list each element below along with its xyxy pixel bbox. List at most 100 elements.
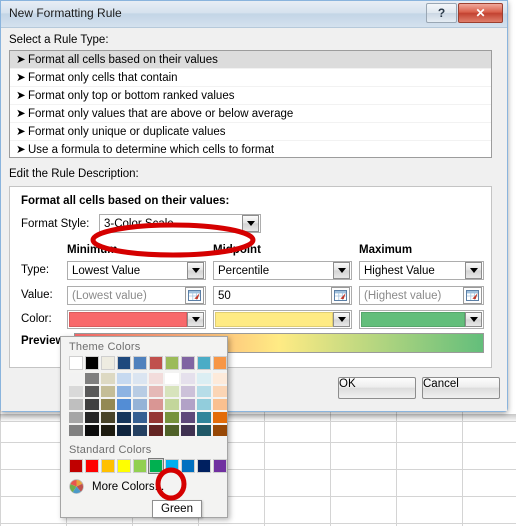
- theme-variant-swatch-1-1[interactable]: [85, 386, 99, 397]
- theme-variant-swatch-7-2[interactable]: [181, 399, 195, 410]
- rule-type-item[interactable]: ➤ Format all cells based on their values: [10, 51, 491, 69]
- theme-variant-swatch-5-1[interactable]: [149, 386, 163, 397]
- theme-variant-swatch-9-0[interactable]: [213, 373, 227, 384]
- theme-variant-swatch-3-2[interactable]: [117, 399, 131, 410]
- theme-color-swatch-1[interactable]: [85, 356, 99, 370]
- theme-color-swatch-0[interactable]: [69, 356, 83, 370]
- maximum-value-input[interactable]: [360, 287, 463, 304]
- theme-variant-swatch-7-4[interactable]: [181, 425, 195, 436]
- theme-variant-swatch-9-4[interactable]: [213, 425, 227, 436]
- theme-variant-swatch-6-2[interactable]: [165, 399, 179, 410]
- minimum-color-dropdown[interactable]: [67, 310, 206, 329]
- theme-variant-swatch-9-1[interactable]: [213, 386, 227, 397]
- rule-type-item[interactable]: ➤ Use a formula to determine which cells …: [10, 141, 491, 157]
- theme-variant-swatch-8-2[interactable]: [197, 399, 211, 410]
- theme-colors-base-row[interactable]: [69, 356, 227, 370]
- standard-color-swatch-3[interactable]: [117, 459, 131, 473]
- maximum-type-dropdown[interactable]: Highest Value: [359, 261, 484, 280]
- theme-variant-swatch-2-0[interactable]: [101, 373, 115, 384]
- theme-variant-swatch-1-3[interactable]: [85, 412, 99, 423]
- rule-type-item[interactable]: ➤ Format only top or bottom ranked values: [10, 87, 491, 105]
- close-icon[interactable]: ✕: [458, 3, 503, 23]
- theme-variant-swatch-3-3[interactable]: [117, 412, 131, 423]
- theme-variant-swatch-3-1[interactable]: [117, 386, 131, 397]
- theme-variant-swatch-6-0[interactable]: [165, 373, 179, 384]
- range-selector-icon[interactable]: [185, 287, 204, 304]
- rule-type-list[interactable]: ➤ Format all cells based on their values …: [9, 50, 492, 158]
- range-selector-icon[interactable]: [331, 287, 350, 304]
- theme-variant-swatch-0-1[interactable]: [69, 386, 83, 397]
- standard-color-swatch-9[interactable]: [213, 459, 227, 473]
- standard-color-swatch-7[interactable]: [181, 459, 195, 473]
- theme-color-swatch-7[interactable]: [181, 356, 195, 370]
- theme-color-swatch-6[interactable]: [165, 356, 179, 370]
- theme-variant-swatch-4-4[interactable]: [133, 425, 147, 436]
- standard-color-swatch-6[interactable]: [165, 459, 179, 473]
- theme-variant-swatch-1-2[interactable]: [85, 399, 99, 410]
- standard-color-swatch-5[interactable]: [148, 458, 164, 474]
- theme-variant-swatch-5-0[interactable]: [149, 373, 163, 384]
- standard-colors-row[interactable]: [69, 458, 227, 474]
- theme-variant-swatch-2-1[interactable]: [101, 386, 115, 397]
- theme-variant-swatch-0-0[interactable]: [69, 373, 83, 384]
- theme-variant-swatch-5-4[interactable]: [149, 425, 163, 436]
- theme-color-swatch-9[interactable]: [213, 356, 227, 370]
- minimum-value-field[interactable]: [67, 286, 206, 305]
- theme-variant-swatch-2-4[interactable]: [101, 425, 115, 436]
- minimum-type-dropdown[interactable]: Lowest Value: [67, 261, 206, 280]
- chevron-down-icon[interactable]: [187, 262, 204, 279]
- theme-variant-swatch-8-3[interactable]: [197, 412, 211, 423]
- midpoint-value-field[interactable]: [213, 286, 352, 305]
- standard-color-swatch-4[interactable]: [133, 459, 147, 473]
- theme-variant-swatch-6-3[interactable]: [165, 412, 179, 423]
- standard-color-swatch-2[interactable]: [101, 459, 115, 473]
- theme-variant-swatch-3-0[interactable]: [117, 373, 131, 384]
- standard-color-swatch-0[interactable]: [69, 459, 83, 473]
- theme-variant-swatch-2-3[interactable]: [101, 412, 115, 423]
- theme-variant-swatch-7-3[interactable]: [181, 412, 195, 423]
- theme-color-swatch-4[interactable]: [133, 356, 147, 370]
- theme-color-swatch-5[interactable]: [149, 356, 163, 370]
- theme-variant-swatch-6-4[interactable]: [165, 425, 179, 436]
- maximum-value-field[interactable]: [359, 286, 484, 305]
- chevron-down-icon[interactable]: [333, 312, 350, 327]
- theme-variant-swatch-4-1[interactable]: [133, 386, 147, 397]
- theme-variant-swatch-5-2[interactable]: [149, 399, 163, 410]
- theme-variant-swatch-4-3[interactable]: [133, 412, 147, 423]
- theme-color-swatch-8[interactable]: [197, 356, 211, 370]
- standard-color-swatch-8[interactable]: [197, 459, 211, 473]
- theme-variant-swatch-9-3[interactable]: [213, 412, 227, 423]
- more-colors-button[interactable]: More Colors...: [69, 479, 227, 494]
- theme-variant-swatch-0-4[interactable]: [69, 425, 83, 436]
- theme-variant-swatch-8-0[interactable]: [197, 373, 211, 384]
- help-icon[interactable]: ?: [426, 3, 457, 23]
- minimum-value-input[interactable]: [68, 287, 185, 304]
- theme-variant-swatch-4-0[interactable]: [133, 373, 147, 384]
- midpoint-value-input[interactable]: [214, 287, 331, 304]
- chevron-down-icon[interactable]: [333, 262, 350, 279]
- theme-variant-swatch-6-1[interactable]: [165, 386, 179, 397]
- ok-button[interactable]: OK: [338, 377, 416, 399]
- maximum-color-dropdown[interactable]: [359, 310, 484, 329]
- theme-variant-swatch-9-2[interactable]: [213, 399, 227, 410]
- rule-type-item[interactable]: ➤ Format only unique or duplicate values: [10, 123, 491, 141]
- format-style-dropdown[interactable]: 3-Color Scale: [99, 214, 261, 233]
- theme-color-swatch-3[interactable]: [117, 356, 131, 370]
- dialog-titlebar[interactable]: New Formatting Rule ? ✕: [1, 1, 507, 28]
- cancel-button[interactable]: Cancel: [422, 377, 500, 399]
- theme-variant-swatch-1-4[interactable]: [85, 425, 99, 436]
- theme-variant-swatch-5-3[interactable]: [149, 412, 163, 423]
- theme-variant-swatch-0-2[interactable]: [69, 399, 83, 410]
- standard-color-swatch-1[interactable]: [85, 459, 99, 473]
- chevron-down-icon[interactable]: [465, 312, 482, 327]
- theme-variant-swatch-2-2[interactable]: [101, 399, 115, 410]
- theme-variant-swatch-3-4[interactable]: [117, 425, 131, 436]
- theme-variant-swatch-7-1[interactable]: [181, 386, 195, 397]
- rule-type-item[interactable]: ➤ Format only cells that contain: [10, 69, 491, 87]
- theme-variant-swatch-8-4[interactable]: [197, 425, 211, 436]
- theme-variant-swatch-8-1[interactable]: [197, 386, 211, 397]
- theme-colors-variants-grid[interactable]: [69, 373, 227, 436]
- midpoint-color-dropdown[interactable]: [213, 310, 352, 329]
- chevron-down-icon[interactable]: [465, 262, 482, 279]
- theme-variant-swatch-4-2[interactable]: [133, 399, 147, 410]
